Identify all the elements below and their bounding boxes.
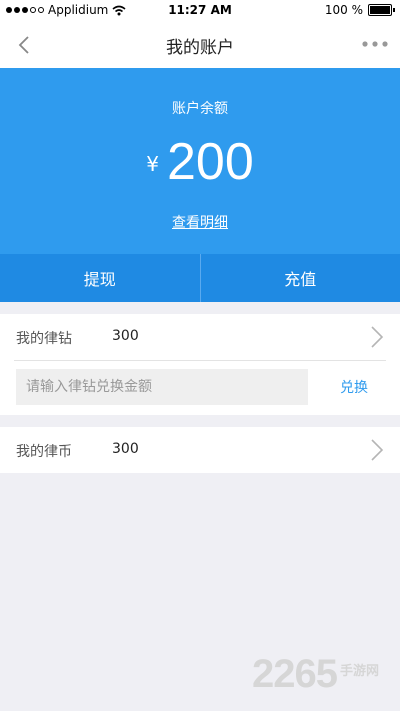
lvzuan-row[interactable]: 我的律钻 300 [0,314,400,360]
lvbi-label: 我的律币 [16,444,72,460]
page-title: 我的账户 [166,38,234,58]
lvzuan-value: 300 [112,328,139,344]
watermark-text: 手游网 [339,664,379,679]
status-right: 100 % [324,3,395,17]
balance-value: 200 [166,133,254,191]
recharge-button[interactable]: 充值 [201,254,400,302]
watermark-number: 2265 [252,652,338,696]
balance-panel: 账户余额 ¥ 200 查看明细 [0,68,400,254]
chevron-right-icon [371,439,384,461]
lvbi-value: 300 [112,441,139,457]
lvzuan-card: 我的律钻 300 兑换 [0,314,400,415]
balance-amount: ¥ 200 [0,134,400,190]
action-row: 提现 充值 [0,254,400,302]
more-dots-icon[interactable] [360,34,390,54]
battery-percent: 100 % [324,3,363,17]
view-details-link[interactable]: 查看明细 [0,212,400,232]
withdraw-button[interactable]: 提现 [0,254,200,302]
lvzuan-label: 我的律钻 [16,331,72,347]
lvbi-card: 我的律币 300 [0,427,400,473]
watermark-logo: 2265 手游网 [252,652,379,697]
redeem-button[interactable]: 兑换 [318,369,390,405]
redeem-amount-input[interactable] [16,369,308,405]
balance-label: 账户余额 [172,101,228,117]
lvbi-row[interactable]: 我的律币 300 [0,427,400,473]
battery-icon [368,4,395,16]
row-divider [14,360,386,361]
nav-bar: 我的账户 [0,20,400,69]
currency-symbol: ¥ [146,152,159,176]
back-chevron-icon[interactable] [14,34,36,56]
chevron-right-icon [371,326,384,348]
status-bar: Applidium 11:27 AM 100 % [0,0,400,20]
